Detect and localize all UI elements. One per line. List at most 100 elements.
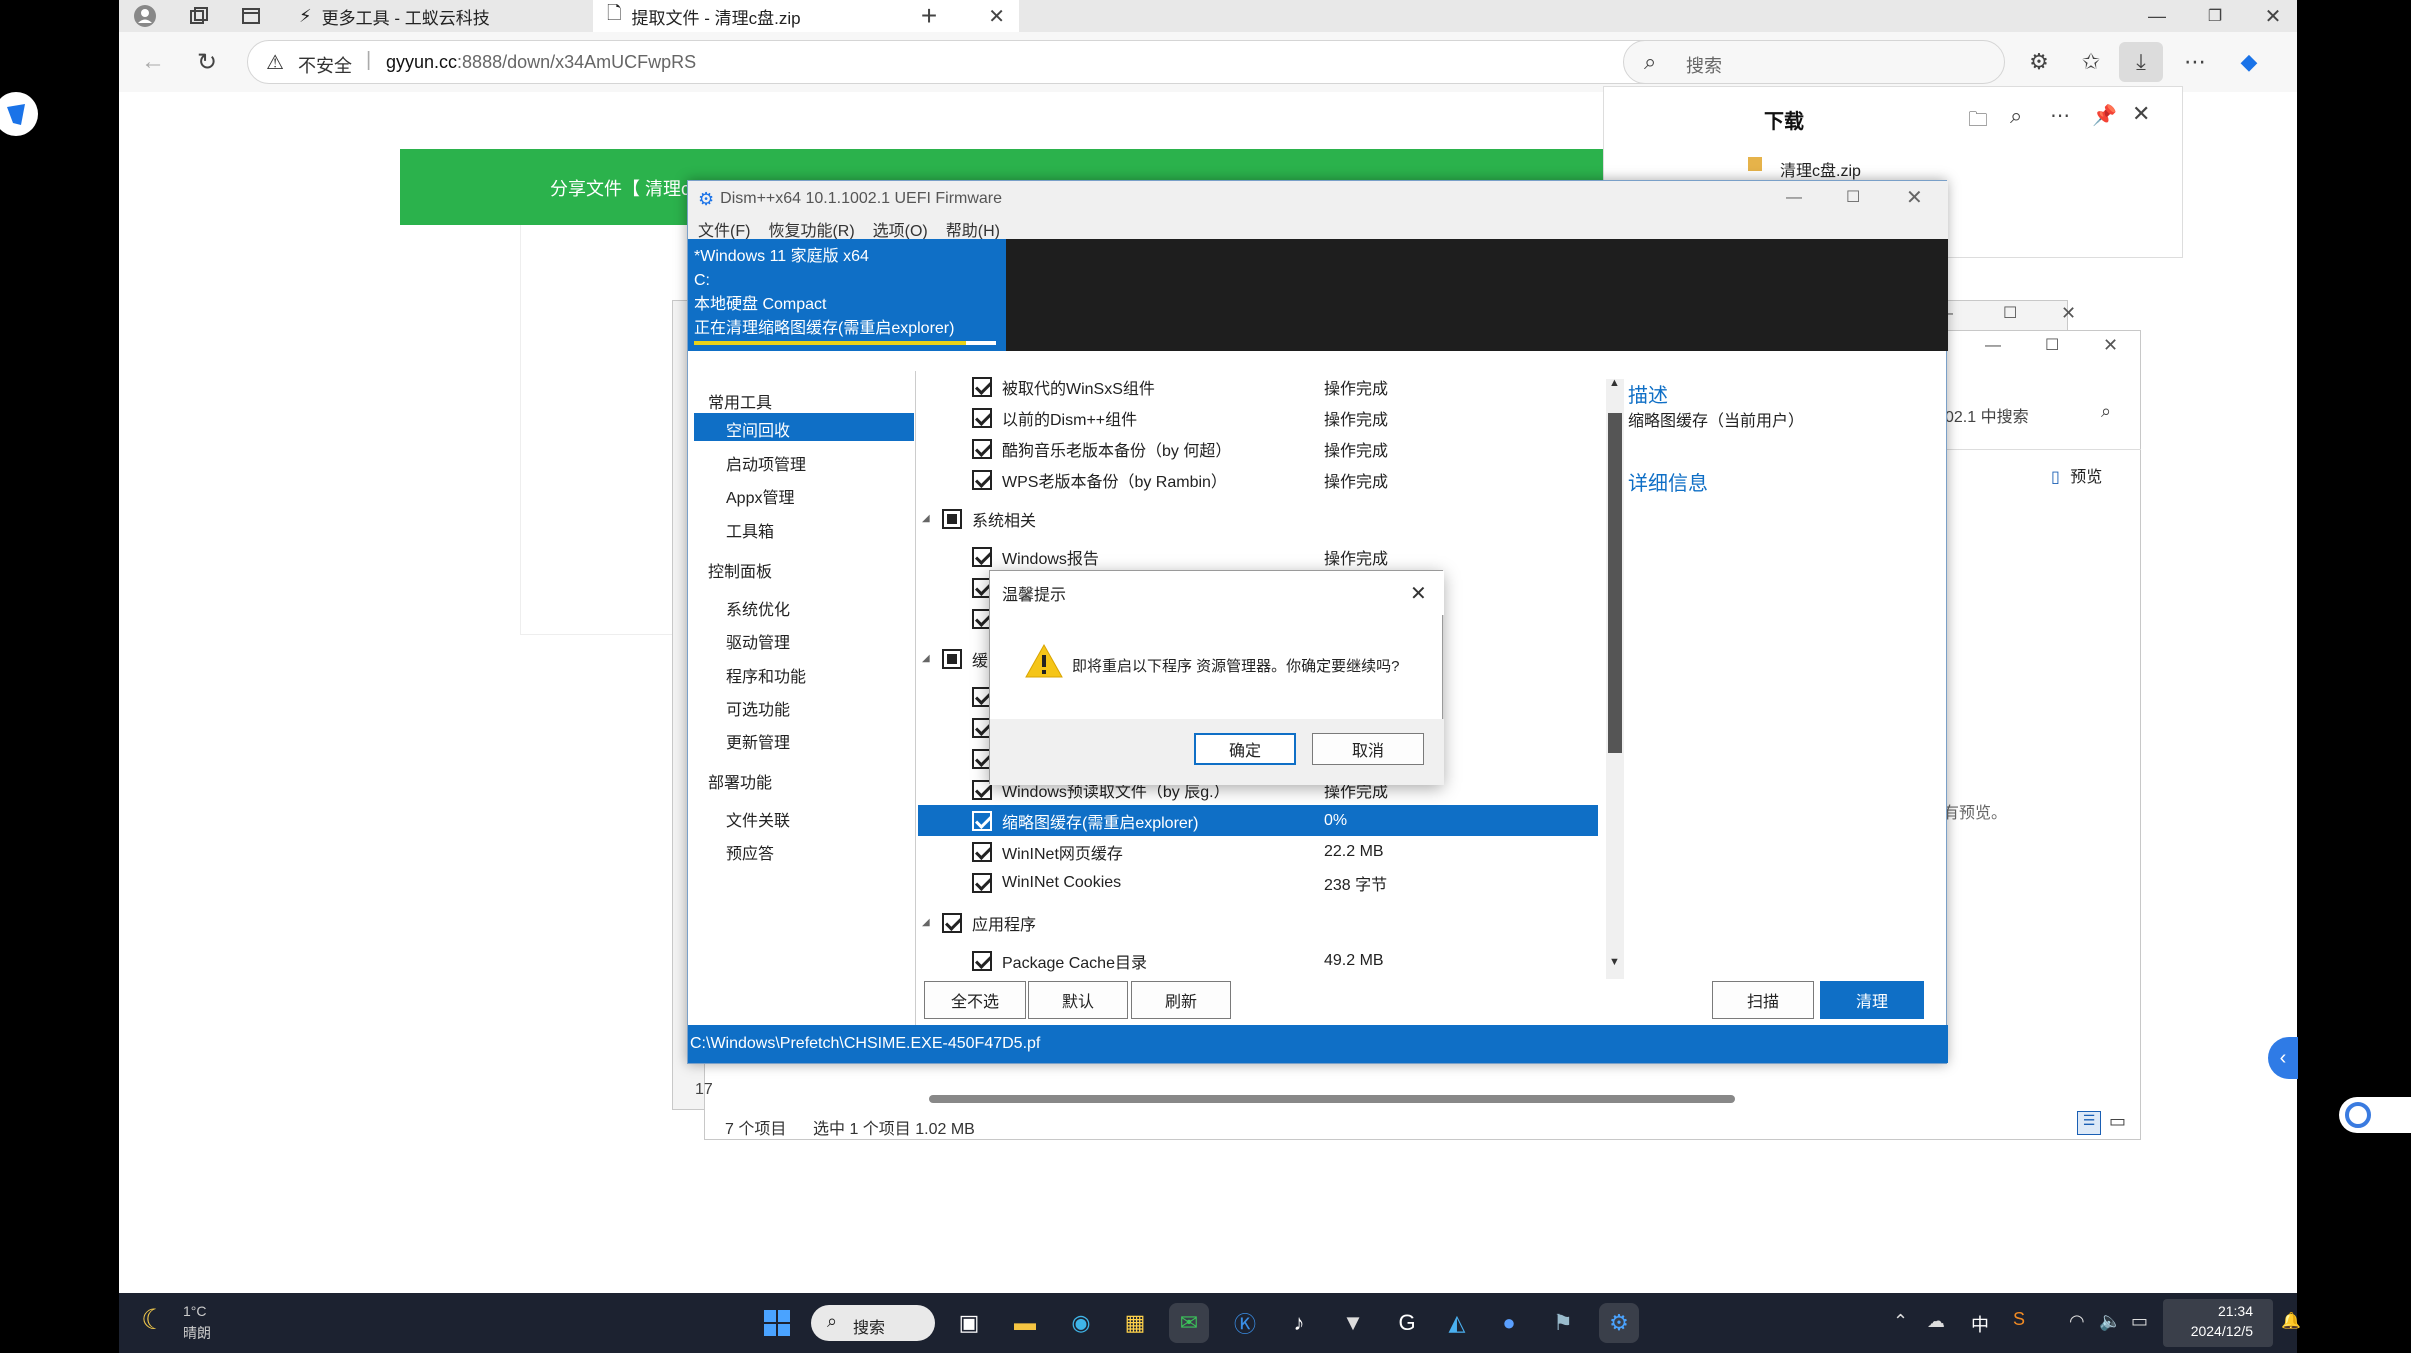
tiktok-icon[interactable]: ♪ <box>1279 1303 1319 1343</box>
restore-icon[interactable]: ☐ <box>1846 187 1860 207</box>
cloud-icon[interactable]: ☁ <box>1927 1311 1945 1332</box>
sogou-icon[interactable]: S <box>2013 1309 2025 1330</box>
folder-icon[interactable]: 🗀 <box>1968 105 1988 139</box>
tab-actions-icon[interactable] <box>237 2 265 30</box>
bell-icon[interactable]: 🔔 <box>2281 1311 2301 1331</box>
nav-item-appx[interactable]: Appx管理 <box>726 484 794 508</box>
nav-item-drivers[interactable]: 驱动管理 <box>726 629 790 653</box>
menu-file[interactable]: 文件(F) <box>698 223 750 240</box>
checkbox[interactable] <box>942 648 962 669</box>
battery-icon[interactable]: ▭ <box>2131 1311 2148 1332</box>
restore-icon[interactable]: ❐ <box>2195 0 2235 32</box>
restore-icon[interactable]: ☐ <box>2003 303 2017 323</box>
app-shortcut-icon[interactable]: ◭ <box>1437 1303 1477 1343</box>
checkbox[interactable] <box>972 841 992 862</box>
preview-button[interactable]: ▯ 预览 <box>2051 463 2131 489</box>
nav-item-toolbox[interactable]: 工具箱 <box>726 518 774 542</box>
collections-icon[interactable] <box>185 2 213 30</box>
back-icon[interactable]: ← <box>137 46 169 78</box>
checkbox[interactable] <box>942 508 962 529</box>
network-app-icon[interactable]: ⚑ <box>1543 1303 1583 1343</box>
taskbar-search[interactable]: ⌕ 搜索 <box>811 1305 935 1341</box>
collapse-triangle-icon[interactable]: ◢ <box>922 653 930 664</box>
close-icon[interactable]: ✕ <box>2061 303 2076 324</box>
nav-item-programs[interactable]: 程序和功能 <box>726 663 806 687</box>
start-icon[interactable] <box>757 1303 797 1343</box>
clock[interactable]: 21:34 2024/12/5 <box>2163 1299 2273 1347</box>
store-icon[interactable]: ▦ <box>1115 1303 1155 1343</box>
search-input[interactable]: ⌕ 搜索 <box>1623 40 2005 84</box>
list-item[interactable]: Package Cache目录 49.2 MB <box>918 945 1598 976</box>
restore-icon[interactable]: ☐ <box>2045 335 2059 355</box>
select-none-button[interactable]: 全不选 <box>924 981 1026 1019</box>
window-close-icon[interactable]: ✕ <box>2253 0 2293 32</box>
close-icon[interactable]: ✕ <box>1410 581 1427 606</box>
copilot-chip[interactable] <box>2339 1097 2411 1133</box>
search-icon[interactable]: ⌕ <box>2010 103 2022 129</box>
menu-restore[interactable]: 恢复功能(R) <box>768 223 854 240</box>
task-view-icon[interactable]: ▣ <box>949 1303 989 1343</box>
list-item[interactable]: 酷狗音乐老版本备份（by 何超） 操作完成 <box>918 433 1598 464</box>
menu-help[interactable]: 帮助(H) <box>946 223 1000 240</box>
address-bar[interactable]: ⚠ 不安全 | gyyun.cc:8888/down/x34AmUCFwpRS … <box>247 40 1727 84</box>
close-icon[interactable]: ✕ <box>2103 335 2118 356</box>
wifi-icon[interactable]: ◠ <box>2069 1311 2085 1332</box>
checkbox[interactable] <box>972 546 992 567</box>
ime-indicator[interactable]: 中 <box>1971 1311 1989 1337</box>
scan-button[interactable]: 扫描 <box>1712 981 1814 1019</box>
checkbox[interactable] <box>972 810 992 831</box>
scroll-down-icon[interactable]: ▼ <box>1609 956 1620 968</box>
collapse-triangle-icon[interactable]: ◢ <box>922 917 930 928</box>
plus-icon[interactable]: + <box>913 0 945 32</box>
profile-icon[interactable] <box>131 2 159 30</box>
app-icon[interactable]: ▼ <box>1333 1303 1373 1343</box>
scroll-up-icon[interactable]: ▲ <box>1609 377 1620 389</box>
url[interactable]: gyyun.cc:8888/down/x34AmUCFwpRS <box>386 52 696 73</box>
pin-icon[interactable]: 📌 <box>2092 103 2117 128</box>
list-item[interactable]: WPS老版本备份（by Rambin） 操作完成 <box>918 464 1598 495</box>
group-header[interactable]: ◢ 系统相关 <box>918 503 1598 534</box>
minimize-icon[interactable]: — <box>1985 337 2001 355</box>
app-circle-icon[interactable]: ● <box>1489 1303 1529 1343</box>
checkbox[interactable] <box>972 376 992 397</box>
checkbox[interactable] <box>972 950 992 971</box>
checkbox[interactable] <box>972 469 992 490</box>
more-icon[interactable]: ⋯ <box>2179 46 2211 78</box>
explorer-hscroll[interactable] <box>929 1095 1735 1103</box>
nav-item-optional[interactable]: 可选功能 <box>726 696 790 720</box>
dism-taskbar-icon[interactable]: ⚙ <box>1599 1303 1639 1343</box>
chrome-icon[interactable]: G <box>1387 1303 1427 1343</box>
chevron-up-icon[interactable]: ⌃ <box>1893 1311 1908 1332</box>
clean-button[interactable]: 清理 <box>1820 981 1924 1019</box>
file-explorer-icon[interactable]: ▬ <box>1005 1303 1045 1343</box>
nav-item-optimize[interactable]: 系统优化 <box>726 596 790 620</box>
weather-widget[interactable]: ☾ 1°C 晴朗 <box>139 1299 259 1347</box>
nav-item-answer[interactable]: 预应答 <box>726 840 774 864</box>
list-item[interactable]: WinINet Cookies 238 字节 <box>918 867 1598 898</box>
tab-extract-file[interactable]: 🗋 提取文件 - 清理c盘.zip ✕ <box>593 0 1019 32</box>
minimize-icon[interactable]: — <box>1786 189 1802 207</box>
ok-button[interactable]: 确定 <box>1194 733 1296 765</box>
app-shortcut-icon[interactable] <box>0 92 38 136</box>
checkbox[interactable] <box>972 438 992 459</box>
kugou-icon[interactable]: Ⓚ <box>1225 1303 1265 1343</box>
details-view-icon[interactable]: ☰ <box>2077 1111 2101 1135</box>
volume-icon[interactable]: 🔈 <box>2099 1311 2121 1332</box>
minimize-icon[interactable]: — <box>2137 0 2177 32</box>
download-item[interactable]: 清理c盘.zip <box>1744 151 2164 181</box>
reload-icon[interactable]: ↻ <box>191 46 223 78</box>
collapse-triangle-icon[interactable]: ◢ <box>922 513 930 524</box>
scrollbar-thumb[interactable] <box>1608 413 1622 753</box>
list-item-selected[interactable]: 缩略图缓存(需重启explorer) 0% <box>918 805 1598 836</box>
checkbox[interactable] <box>942 912 962 933</box>
menu-options[interactable]: 选项(O) <box>873 223 928 240</box>
edge-icon[interactable]: ◉ <box>1061 1303 1101 1343</box>
close-icon[interactable]: ✕ <box>1906 185 1923 210</box>
checkbox[interactable] <box>972 407 992 428</box>
nav-item-startup[interactable]: 启动项管理 <box>726 451 806 475</box>
list-item[interactable]: WinINet网页缓存 22.2 MB <box>918 836 1598 867</box>
os-info-card[interactable]: *Windows 11 家庭版 x64 C: 本地硬盘 Compact 正在清理… <box>688 239 1006 351</box>
list-item[interactable]: 被取代的WinSxS组件 操作完成 <box>918 371 1598 402</box>
default-button[interactable]: 默认 <box>1028 981 1128 1019</box>
group-header[interactable]: ◢ 应用程序 <box>918 907 1598 938</box>
